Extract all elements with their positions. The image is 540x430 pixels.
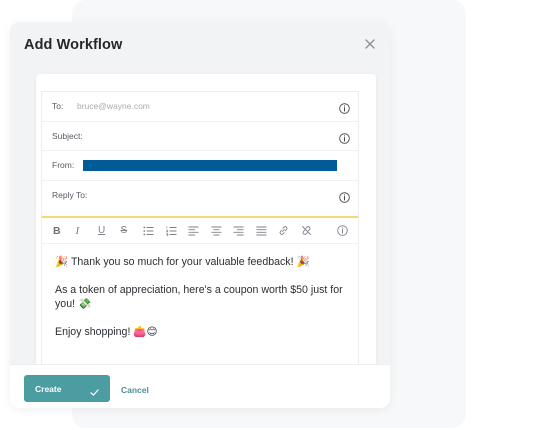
info-icon	[337, 225, 348, 236]
body-line-enjoy: Enjoy shopping! 👛😊	[55, 325, 158, 338]
align-justify-button[interactable]	[256, 223, 279, 239]
modal-title: Add Workflow	[24, 37, 123, 53]
bullet-list-icon	[143, 226, 154, 235]
info-icon[interactable]	[339, 101, 350, 114]
bold-icon: B	[53, 224, 61, 237]
underline-icon: U	[98, 225, 106, 236]
format-toolbar: B I U S	[42, 218, 358, 244]
link-icon	[279, 226, 288, 235]
strikethrough-icon: S	[120, 225, 128, 236]
add-workflow-modal: Add Workflow To: bruce@wayne.com Subject…	[10, 22, 390, 408]
close-icon[interactable]	[364, 37, 376, 49]
email-editor-card: To: bruce@wayne.com Subject: From: Reply…	[36, 74, 376, 408]
info-icon[interactable]	[339, 131, 350, 144]
italic-icon: I	[75, 224, 80, 237]
modal-footer: Create Cancel	[10, 364, 390, 408]
numbered-list-icon	[165, 226, 176, 236]
from-row[interactable]: From:	[42, 151, 358, 181]
align-right-button[interactable]	[233, 223, 256, 239]
underline-button[interactable]: U	[98, 223, 121, 239]
align-justify-icon	[256, 226, 266, 235]
cancel-button[interactable]: Cancel	[121, 385, 149, 395]
to-row[interactable]: To: bruce@wayne.com	[42, 92, 358, 122]
body-line-coupon: As a token of appreciation, here's a cou…	[55, 283, 343, 311]
subject-label: Subject:	[52, 130, 83, 141]
from-label: From:	[52, 160, 75, 171]
reply-to-label: Reply To:	[52, 190, 88, 201]
email-editor: To: bruce@wayne.com Subject: From: Reply…	[41, 91, 359, 408]
align-left-icon	[188, 226, 199, 235]
reply-to-row[interactable]: Reply To:	[42, 181, 358, 211]
italic-button[interactable]: I	[76, 223, 99, 239]
align-center-button[interactable]	[211, 223, 234, 239]
toolbar-info-button[interactable]	[337, 223, 349, 239]
body-line-thanks: 🎉 Thank you so much for your valuable fe…	[55, 256, 310, 268]
info-icon[interactable]	[339, 190, 350, 203]
align-right-icon	[233, 226, 244, 235]
link-button[interactable]	[278, 223, 301, 239]
check-icon	[90, 384, 99, 396]
create-label: Create	[35, 383, 62, 394]
unlink-button[interactable]	[301, 223, 324, 239]
strikethrough-button[interactable]: S	[121, 223, 144, 239]
create-button[interactable]: Create	[24, 375, 110, 402]
align-center-icon	[211, 226, 221, 235]
to-input[interactable]: bruce@wayne.com	[77, 101, 150, 111]
bullet-list-button[interactable]	[143, 223, 166, 239]
to-label: To:	[52, 101, 64, 112]
unlink-icon	[301, 226, 311, 235]
align-left-button[interactable]	[188, 223, 211, 239]
email-body[interactable]: 🎉 Thank you so much for your valuable fe…	[42, 244, 358, 339]
from-value-redacted[interactable]	[83, 160, 337, 171]
subject-row[interactable]: Subject:	[42, 122, 358, 151]
bold-button[interactable]: B	[53, 223, 76, 239]
numbered-list-button[interactable]	[165, 223, 189, 239]
